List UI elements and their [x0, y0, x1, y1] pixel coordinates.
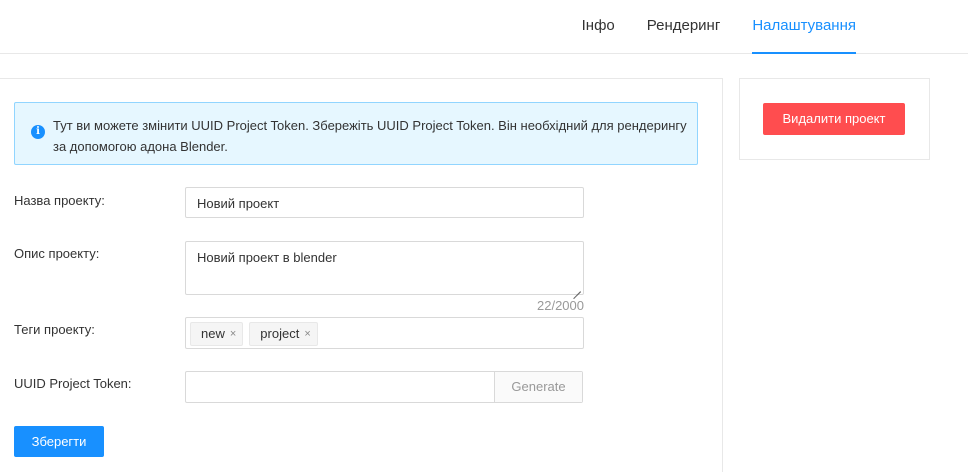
- project-name-label: Назва проекту:: [14, 193, 105, 208]
- delete-project-button[interactable]: Видалити проект: [763, 103, 905, 135]
- project-description-textarea[interactable]: Новий проект в blender: [185, 241, 584, 295]
- close-icon[interactable]: ×: [304, 323, 310, 345]
- tag-label: project: [260, 326, 300, 341]
- tab-rendering[interactable]: Рендеринг: [631, 0, 737, 54]
- project-tags-input[interactable]: new × project ×: [185, 317, 584, 349]
- tag-item: project ×: [249, 322, 318, 346]
- generate-button[interactable]: Generate: [494, 372, 582, 402]
- info-circle-icon: i: [31, 125, 45, 139]
- tab-info[interactable]: Інфо: [566, 0, 631, 54]
- tab-settings[interactable]: Налаштування: [736, 0, 872, 54]
- close-icon[interactable]: ×: [230, 323, 236, 345]
- uuid-token-label: UUID Project Token:: [14, 376, 132, 391]
- project-name-input[interactable]: Новий проект: [185, 187, 584, 218]
- project-tabs: Інфо Рендеринг Налаштування: [566, 0, 872, 54]
- info-alert-text: Тут ви можете змінити UUID Project Token…: [53, 118, 687, 154]
- project-description-label: Опис проекту:: [14, 246, 100, 261]
- project-description-value: Новий проект в blender: [197, 250, 337, 265]
- info-alert: i Тут ви можете змінити UUID Project Tok…: [14, 102, 698, 165]
- uuid-token-input[interactable]: Generate: [185, 371, 583, 403]
- textarea-resize-handle[interactable]: [573, 284, 581, 292]
- top-navigation-bar: Інфо Рендеринг Налаштування: [0, 0, 968, 54]
- project-tags-label: Теги проекту:: [14, 322, 95, 337]
- project-name-value: Новий проект: [197, 196, 280, 211]
- save-button[interactable]: Зберегти: [14, 426, 104, 457]
- tag-item: new ×: [190, 322, 244, 346]
- tag-list: new × project ×: [190, 322, 318, 346]
- tag-label: new: [201, 326, 225, 341]
- description-char-counter: 22/2000: [537, 298, 584, 313]
